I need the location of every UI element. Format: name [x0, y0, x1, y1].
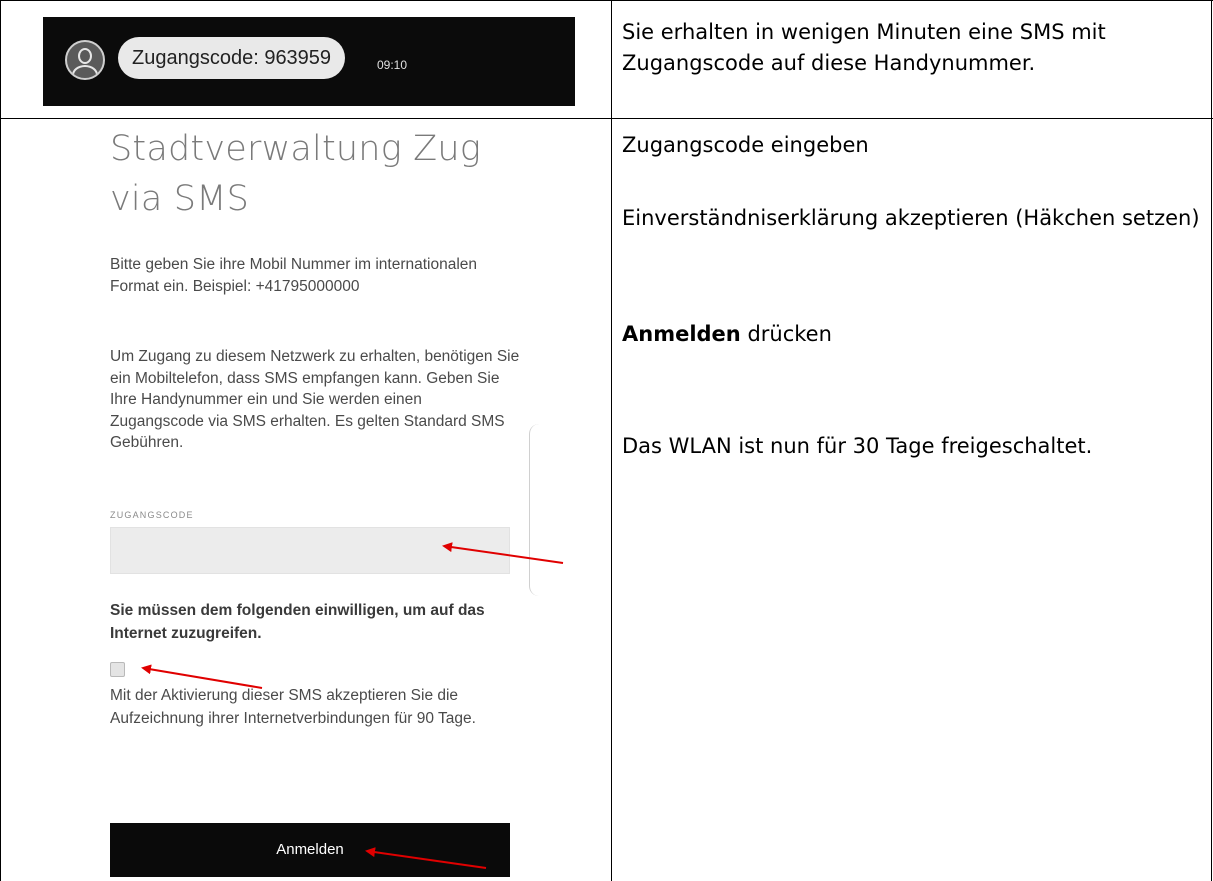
- instruction-accept-consent: Einverständniserklärung akzeptieren (Häk…: [622, 206, 1200, 230]
- sms-message-bubble: Zugangscode: 963959: [118, 37, 346, 79]
- contact-avatar-icon: [65, 40, 105, 80]
- table-row-divider: [0, 118, 1213, 119]
- code-field-label: ZUGANGSCODE: [110, 510, 194, 520]
- sms-timestamp: 09:10: [377, 58, 408, 72]
- instruction-wlan-enabled: Das WLAN ist nun für 30 Tage freigeschal…: [622, 434, 1093, 458]
- scroll-indicator: [529, 424, 544, 596]
- instruction-sms-received: Sie erhalten in wenigen Minuten eine SMS…: [622, 20, 1106, 75]
- portal-description: Um Zugang zu diesem Netzwerk zu erhalten…: [110, 348, 520, 451]
- table-column-divider: [611, 0, 612, 881]
- portal-title: Stadtverwaltung Zug via SMS: [110, 129, 481, 219]
- portal-intro: Bitte geben Sie ihre Mobil Nummer im int…: [110, 256, 478, 295]
- instruction-enter-code: Zugangscode eingeben: [622, 133, 869, 157]
- consent-checkbox[interactable]: [110, 662, 125, 677]
- instruction-login-rest: drücken: [740, 322, 832, 346]
- table-border-top: [0, 0, 1213, 1]
- login-button[interactable]: Anmelden: [110, 823, 510, 877]
- consent-heading: Sie müssen dem folgenden einwilligen, um…: [110, 602, 485, 642]
- table-border-right: [1211, 0, 1212, 881]
- access-code-input[interactable]: [110, 527, 510, 574]
- sms-notification: Zugangscode: 963959 09:10: [43, 17, 575, 106]
- instruction-press-login: Anmelden drücken: [622, 319, 1207, 350]
- instruction-login-bold: Anmelden: [622, 322, 741, 346]
- consent-text: Mit der Aktivierung dieser SMS akzeptier…: [110, 687, 476, 727]
- table-border-left: [0, 0, 1, 881]
